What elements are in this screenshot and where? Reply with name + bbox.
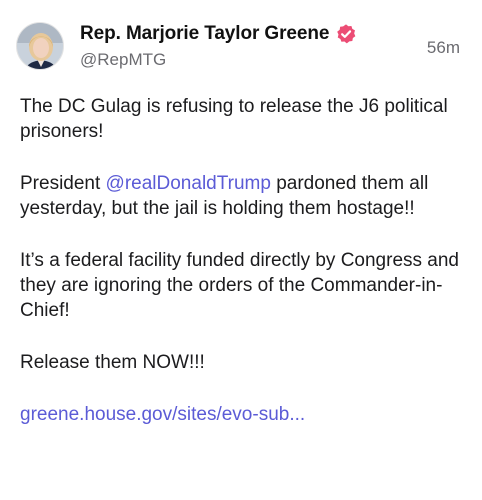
post-paragraph: The DC Gulag is refusing to release the … xyxy=(20,96,448,142)
post-paragraph: It’s a federal facility funded directly … xyxy=(20,250,459,321)
avatar[interactable] xyxy=(16,22,64,70)
avatar-image-icon xyxy=(17,23,63,69)
mention-link[interactable]: @realDonaldTrump xyxy=(106,173,271,194)
post-timestamp: 56m xyxy=(426,38,460,57)
post-paragraph: President @realDonaldTrump pardoned them… xyxy=(20,171,470,221)
external-link[interactable]: greene.house.gov/sites/evo-sub... xyxy=(20,402,305,427)
post-body: The DC Gulag is refusing to release the … xyxy=(20,94,470,427)
post-header: Rep. Marjorie Taylor Greene @RepMTG 56m xyxy=(16,20,466,74)
name-row: Rep. Marjorie Taylor Greene xyxy=(80,20,357,48)
author-display-name[interactable]: Rep. Marjorie Taylor Greene xyxy=(80,23,329,45)
verified-badge-icon xyxy=(335,23,357,45)
post-text: President xyxy=(20,173,106,194)
author-handle[interactable]: @RepMTG xyxy=(80,50,166,70)
post-paragraph: Release them NOW!!! xyxy=(20,352,205,373)
post-card: Rep. Marjorie Taylor Greene @RepMTG 56m … xyxy=(0,0,482,500)
